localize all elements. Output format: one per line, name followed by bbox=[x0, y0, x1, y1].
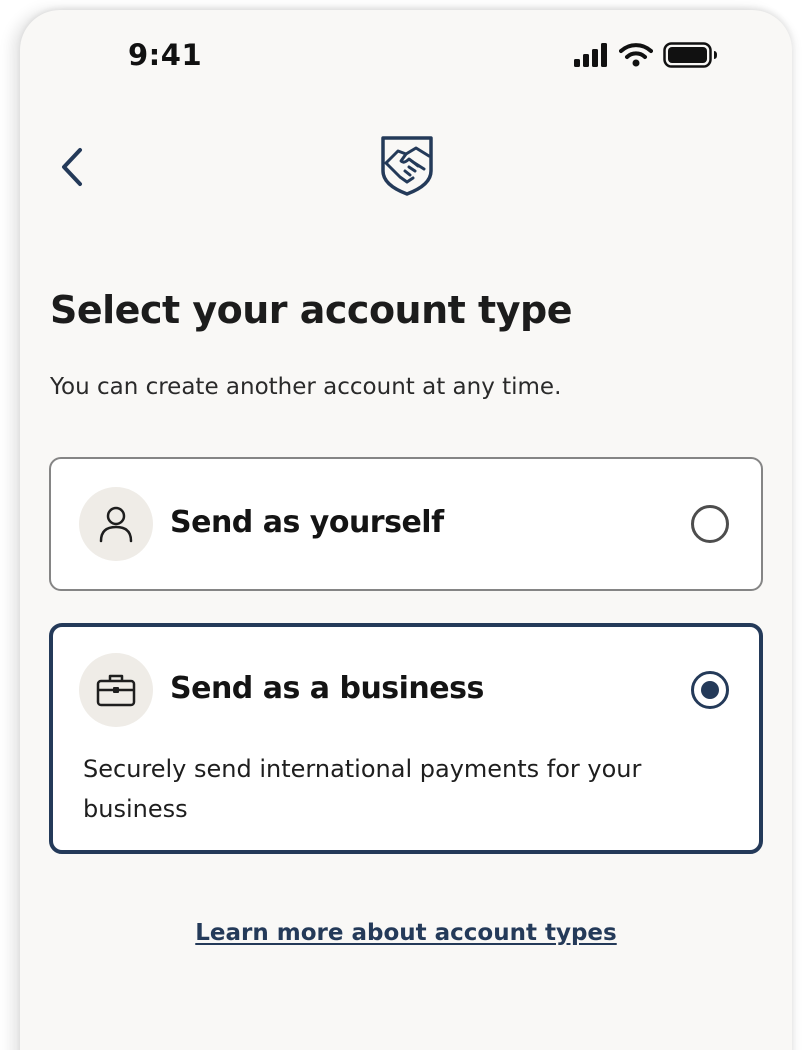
briefcase-icon bbox=[96, 674, 136, 707]
option-description: Securely send international payments for… bbox=[83, 755, 642, 823]
status-time: 9:41 bbox=[128, 38, 203, 72]
option-send-as-business[interactable]: Send as a business Securely send interna… bbox=[49, 623, 763, 854]
page-title: Select your account type bbox=[50, 288, 572, 332]
option-label: Send as a business bbox=[170, 671, 484, 706]
phone-screen: 9:41 Select your account type You can cr… bbox=[20, 10, 792, 1050]
option-send-as-yourself[interactable]: Send as yourself bbox=[49, 457, 763, 591]
back-button[interactable] bbox=[50, 140, 94, 194]
radio-button-selected[interactable] bbox=[691, 671, 729, 709]
person-icon bbox=[99, 506, 133, 543]
learn-more-link[interactable]: Learn more about account types bbox=[20, 920, 792, 946]
cellular-signal-icon bbox=[574, 43, 607, 67]
briefcase-icon-circle bbox=[79, 653, 153, 727]
handshake-shield-logo bbox=[381, 136, 433, 196]
option-label: Send as yourself bbox=[170, 505, 444, 540]
page-subtitle: You can create another account at any ti… bbox=[50, 374, 562, 400]
status-icons bbox=[573, 42, 719, 68]
person-icon-circle bbox=[79, 487, 153, 561]
radio-button-unselected[interactable] bbox=[691, 505, 729, 543]
battery-icon bbox=[663, 42, 717, 68]
chevron-left-icon bbox=[62, 148, 82, 186]
radio-dot bbox=[701, 681, 719, 699]
wifi-icon bbox=[619, 43, 653, 67]
